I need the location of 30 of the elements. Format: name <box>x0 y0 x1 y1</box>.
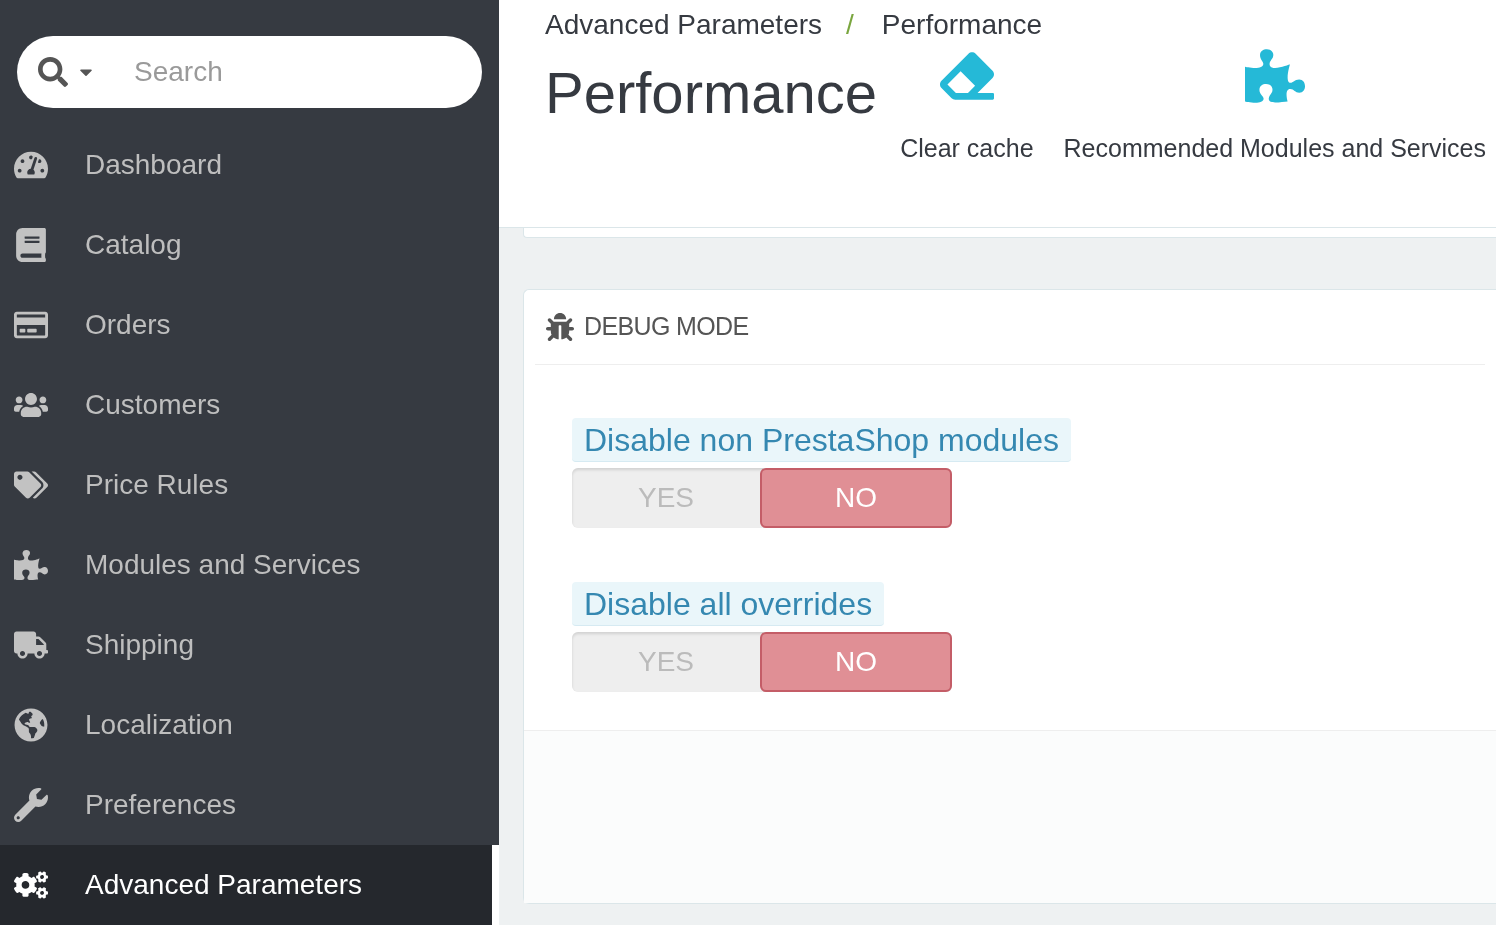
breadcrumb-separator: / <box>846 8 854 42</box>
sidebar-item[interactable]: Catalog <box>0 205 499 285</box>
puzzle-piece-icon <box>14 548 48 582</box>
truck-icon <box>14 628 48 662</box>
breadcrumb-current: Performance <box>881 8 1043 42</box>
search-icon <box>38 57 68 87</box>
sidebar-item[interactable]: Advanced Parameters <box>0 845 499 925</box>
bug-icon <box>546 313 574 341</box>
wrench-icon <box>14 788 48 822</box>
toolbar-button[interactable]: Recommended Modules and Services <box>1063 47 1486 165</box>
page-title: Performance <box>545 59 878 127</box>
sidebar-item[interactable]: Localization <box>0 685 499 765</box>
sidebar-item[interactable]: Preferences <box>0 765 499 845</box>
setting-label: Disable all overrides <box>572 582 885 626</box>
search-field[interactable]: Search <box>134 51 434 93</box>
book-icon <box>14 228 48 262</box>
search-bar[interactable]: Search <box>17 36 482 108</box>
setting-label: Disable non PrestaShop modules <box>572 418 1071 462</box>
puzzle-piece-icon <box>1244 47 1305 105</box>
panel-title: DEBUG MODE <box>584 311 749 343</box>
toolbar-button[interactable]: Clear cache <box>900 47 1034 165</box>
globe-icon <box>14 708 48 742</box>
sidebar-item[interactable]: Modules and Services <box>0 525 499 605</box>
breadcrumb-link[interactable]: Advanced Parameters <box>545 8 823 42</box>
sidebar-item[interactable]: Price Rules <box>0 445 499 525</box>
sidebar-item[interactable]: Orders <box>0 285 499 365</box>
sidebar-item[interactable]: Dashboard <box>0 125 499 205</box>
sidebar-item[interactable]: Customers <box>0 365 499 445</box>
sidebar-item[interactable]: Shipping <box>0 605 499 685</box>
tags-icon <box>14 468 48 502</box>
